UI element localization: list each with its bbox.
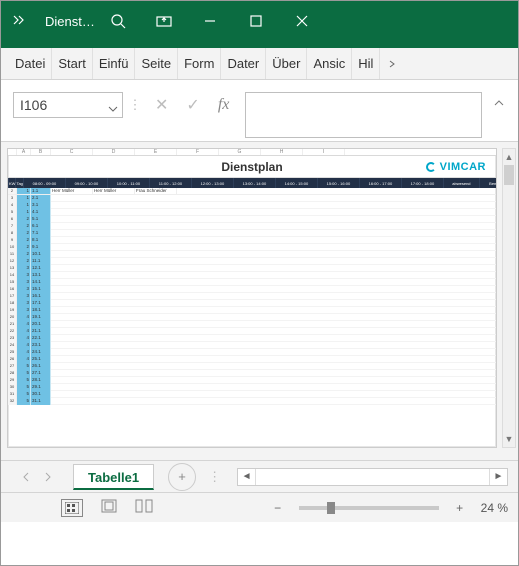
brand-ring-icon	[426, 162, 436, 172]
table-row[interactable]: 11210.1	[8, 251, 496, 258]
chevron-down-icon[interactable]	[108, 101, 118, 117]
sheet-tab-active[interactable]: Tabelle1	[73, 464, 154, 490]
zoom-out-button[interactable]: −	[271, 501, 285, 515]
search-icon[interactable]	[95, 1, 141, 41]
table-row[interactable]: 32531.1	[8, 398, 496, 405]
scrollbar-thumb[interactable]	[504, 165, 514, 185]
table-row[interactable]: 17316.1	[8, 293, 496, 300]
name-box-value: I106	[20, 97, 47, 113]
vertical-scrollbar[interactable]: ▲ ▼	[502, 148, 516, 448]
prev-sheet-icon[interactable]	[15, 467, 37, 487]
scroll-right-icon[interactable]: ►	[489, 469, 507, 485]
table-row[interactable]: 19318.1	[8, 307, 496, 314]
insert-function-button[interactable]: fx	[218, 96, 230, 114]
window-title: Dienst…	[37, 14, 95, 29]
minimize-button[interactable]	[187, 1, 233, 41]
scroll-left-icon[interactable]: ◄	[238, 469, 256, 485]
tab-seitenlayout[interactable]: Seite	[135, 48, 178, 79]
scroll-up-icon[interactable]: ▲	[503, 149, 515, 165]
page-layout-view-button[interactable]	[101, 499, 117, 517]
column-headers[interactable]: A B C D E F G H I	[8, 149, 496, 156]
table-row[interactable]: 24423.1	[8, 342, 496, 349]
ribbon-display-icon[interactable]	[141, 1, 187, 41]
next-sheet-icon[interactable]	[37, 467, 59, 487]
formula-input[interactable]	[245, 92, 482, 138]
table-row[interactable]: 27526.1	[8, 363, 496, 370]
tab-start[interactable]: Start	[52, 48, 92, 79]
table-row[interactable]: 413.1	[8, 202, 496, 209]
more-options-icon[interactable]: ⋮	[202, 469, 227, 485]
tab-einfuegen[interactable]: Einfü	[93, 48, 136, 79]
table-row[interactable]: 29528.1	[8, 377, 496, 384]
table-row[interactable]: 23422.1	[8, 335, 496, 342]
tab-ansicht[interactable]: Ansic	[307, 48, 352, 79]
zoom-slider-thumb[interactable]	[327, 502, 335, 514]
close-button[interactable]	[279, 1, 325, 41]
header-row: KW Tag 08:00 - 09:00 09:00 - 10:00 10:00…	[8, 178, 496, 188]
worksheet-area: A B C D E F G H I Dienstplan VIMCAR KW T…	[1, 142, 518, 460]
accept-button[interactable]: ✓	[186, 95, 199, 115]
table-row[interactable]: 12211.1	[8, 258, 496, 265]
sheet-title: Dienstplan	[221, 160, 282, 174]
table-row[interactable]: 26425.1	[8, 356, 496, 363]
table-row[interactable]: 22421.1	[8, 328, 496, 335]
sheet-tab-strip: Tabelle1 + ⋮ ◄ ►	[1, 460, 518, 492]
table-row[interactable]: 14313.1	[8, 272, 496, 279]
table-row[interactable]: 31530.1	[8, 391, 496, 398]
titlebar: Dienst…	[1, 1, 518, 41]
table-row[interactable]: 21420.1	[8, 321, 496, 328]
table-row[interactable]: 25424.1	[8, 349, 496, 356]
expand-formula-icon[interactable]	[490, 92, 508, 108]
zoom-slider[interactable]	[299, 506, 439, 510]
table-row[interactable]: 28527.1	[8, 370, 496, 377]
add-sheet-button[interactable]: +	[168, 463, 196, 491]
table-row[interactable]: 30529.1	[8, 384, 496, 391]
zoom-in-button[interactable]: +	[453, 501, 467, 515]
table-row[interactable]: 625.1	[8, 216, 496, 223]
table-row[interactable]: 18317.1	[8, 300, 496, 307]
table-row[interactable]: 514.1	[8, 209, 496, 216]
table-row[interactable]: 16315.1	[8, 286, 496, 293]
tab-hilfe[interactable]: Hil	[352, 48, 380, 79]
table-row[interactable]: 928.1	[8, 237, 496, 244]
sheet-title-row: Dienstplan VIMCAR	[8, 156, 496, 178]
table-row[interactable]: 312.1	[8, 195, 496, 202]
zoom-level[interactable]: 24 %	[481, 501, 508, 515]
tab-ueberpruefen[interactable]: Über	[266, 48, 307, 79]
horizontal-scrollbar[interactable]: ◄ ►	[237, 468, 508, 486]
table-row[interactable]: 827.1	[8, 230, 496, 237]
normal-view-button[interactable]	[61, 499, 83, 517]
page-break-view-button[interactable]	[135, 499, 153, 517]
maximize-button[interactable]	[233, 1, 279, 41]
table-row[interactable]: 1029.1	[8, 244, 496, 251]
name-box[interactable]: I106	[13, 92, 123, 118]
tab-daten[interactable]: Dater	[221, 48, 266, 79]
formula-bar: I106 ⋮ ✕ ✓ fx	[1, 80, 518, 142]
separator-dots: ⋮	[131, 92, 139, 118]
table-row[interactable]: 2 1 1.1 Herr Müller Herr Müller Frau Sch…	[8, 188, 496, 195]
table-row[interactable]: 15314.1	[8, 279, 496, 286]
tab-datei[interactable]: Datei	[1, 48, 52, 79]
cancel-button[interactable]: ✕	[155, 95, 168, 115]
scroll-down-icon[interactable]: ▼	[503, 431, 515, 447]
tabs-overflow-icon[interactable]	[380, 48, 406, 79]
more-icon[interactable]	[11, 13, 25, 30]
ribbon-tabs: Datei Start Einfü Seite Form Dater Über …	[1, 48, 518, 80]
tab-formeln[interactable]: Form	[178, 48, 221, 79]
status-bar: − + 24 %	[1, 492, 518, 522]
brand-logo: VIMCAR	[426, 156, 486, 178]
table-row[interactable]: 13312.1	[8, 265, 496, 272]
worksheet[interactable]: A B C D E F G H I Dienstplan VIMCAR KW T…	[7, 148, 497, 448]
table-row[interactable]: 726.1	[8, 223, 496, 230]
table-row[interactable]: 20419.1	[8, 314, 496, 321]
